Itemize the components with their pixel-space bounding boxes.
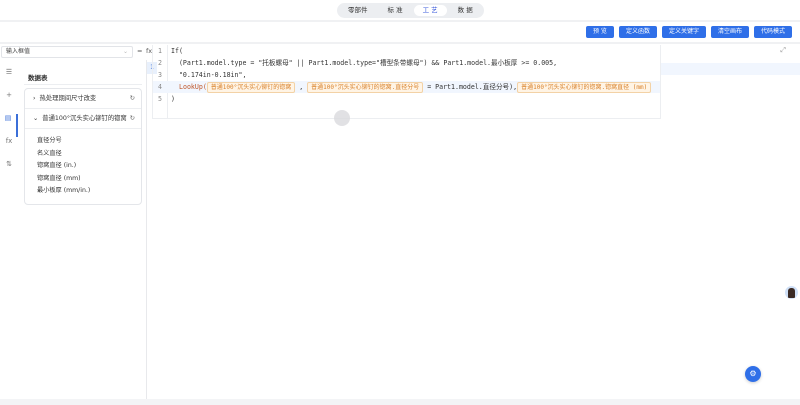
chevron-down-icon[interactable]: ⌄ [123, 47, 128, 57]
refresh-icon[interactable]: ↻ [130, 109, 135, 129]
field-item[interactable]: 锪窝直径 (mm) [37, 173, 141, 186]
code-text: , [295, 83, 308, 91]
column-reference-tag[interactable]: 普通100°沉头实心铆钉的锪窝.直径分号 [307, 82, 424, 93]
table-list: › 热处理期间尺寸改变 ↻ ⌄ 普通100°沉头实心铆钉的锪窝 ↻ 直径分号 名义直… [24, 88, 142, 205]
preview-button[interactable]: 预 览 [586, 26, 614, 38]
value-input-placeholder: 输入框值 [6, 48, 31, 55]
code-editor[interactable]: 1 If( 2 (Part1.model.type = "托板螺母" || Par… [152, 45, 661, 119]
equals-sign: = [137, 47, 143, 55]
code-line: 3 "0.174in-0.18in", [153, 69, 660, 81]
table-item[interactable]: › 热处理期间尺寸改变 ↻ [25, 89, 141, 109]
code-text: (Part1.model.type = "托板螺母" || Part1.mode… [171, 59, 558, 67]
table-label: 热处理期间尺寸改变 [39, 95, 97, 102]
divider [0, 42, 800, 44]
field-item[interactable]: 名义直径 [37, 148, 141, 161]
module-tabs: 零部件 标 准 工 艺 数 据 [337, 3, 484, 18]
field-item[interactable]: 直径分号 [37, 135, 141, 148]
table-label: 普通100°沉头实心铆钉的锪窝 [42, 115, 127, 122]
code-text: If( [171, 47, 183, 55]
field-list: 直径分号 名义直径 锪窝直径 (in.) 锪窝直径 (mm) 最小板厚 (mm/… [25, 129, 141, 198]
mouse-cursor [334, 110, 350, 126]
lookup-function: LookUp( [179, 83, 207, 91]
code-line: 1 If( [153, 45, 660, 57]
line-number: 4 [158, 83, 162, 91]
line-number: 1 [158, 47, 162, 55]
avatar[interactable] [785, 286, 798, 299]
code-text: "0.174in-0.18in", [171, 71, 247, 79]
field-item[interactable]: 锪窝直径 (in.) [37, 160, 141, 173]
gear-icon: ⚙ [749, 369, 757, 378]
chevron-right-icon: › [33, 95, 36, 102]
tab-standard[interactable]: 标 准 [379, 5, 412, 16]
tab-process[interactable]: 工 艺 [413, 5, 447, 16]
define-function-button[interactable]: 定义函数 [618, 26, 657, 38]
tab-parts[interactable]: 零部件 [339, 5, 377, 16]
panel-title: 数据表 [28, 74, 48, 82]
clear-canvas-button[interactable]: 清空画布 [710, 26, 749, 38]
chevron-down-icon: ⌄ [33, 115, 39, 122]
plus-icon[interactable]: + [0, 91, 18, 114]
table-icon[interactable]: ▤ [0, 114, 18, 137]
line-number: 2 [158, 59, 162, 67]
refresh-icon[interactable]: ↻ [130, 89, 135, 109]
code-line: 4 LookUp(普通100°沉头实心铆钉的锪窝 , 普通100°沉头实心铆钉的锪… [153, 81, 660, 93]
bottom-bar [0, 399, 800, 405]
code-mode-button[interactable]: 代码模式 [753, 26, 792, 38]
code-line: 5) [153, 93, 660, 105]
define-keyword-button[interactable]: 定义关键字 [661, 26, 706, 38]
list-icon[interactable]: ☰ [0, 68, 18, 91]
line-number: 3 [158, 71, 162, 79]
field-item[interactable]: 最小板厚 (mm/in.) [37, 185, 141, 198]
code-text: ) [171, 95, 175, 103]
code-text: = Part1.model.直径分号), [423, 83, 518, 91]
expand-icon[interactable]: ⤢ [780, 46, 786, 55]
sidebar-icons: ☰ + ▤ fx ⇅ [0, 68, 18, 183]
toolbar: 预 览 定义函数 定义关键字 清空画布 代码模式 [586, 26, 792, 38]
panel-divider [146, 60, 147, 400]
divider [24, 84, 142, 85]
active-line-highlight [661, 63, 800, 75]
code-line: 2 (Part1.model.type = "托板螺母" || Part1.mo… [153, 57, 660, 69]
settings-button[interactable]: ⚙ [745, 366, 761, 382]
variable-icon[interactable]: ⇅ [0, 160, 18, 183]
value-input[interactable]: 输入框值 ⌄ [1, 46, 133, 58]
function-icon[interactable]: fx [0, 137, 18, 160]
table-reference-tag[interactable]: 普通100°沉头实心铆钉的锪窝 [206, 82, 296, 93]
top-bar: 零部件 标 准 工 艺 数 据 [0, 0, 800, 22]
column-reference-tag[interactable]: 普通100°沉头实心铆钉的锪窝.锪窝直径 (mm) [517, 82, 652, 93]
line-number: 5 [158, 95, 162, 103]
table-item[interactable]: ⌄ 普通100°沉头实心铆钉的锪窝 ↻ [25, 109, 141, 129]
tab-data[interactable]: 数 据 [449, 5, 482, 16]
